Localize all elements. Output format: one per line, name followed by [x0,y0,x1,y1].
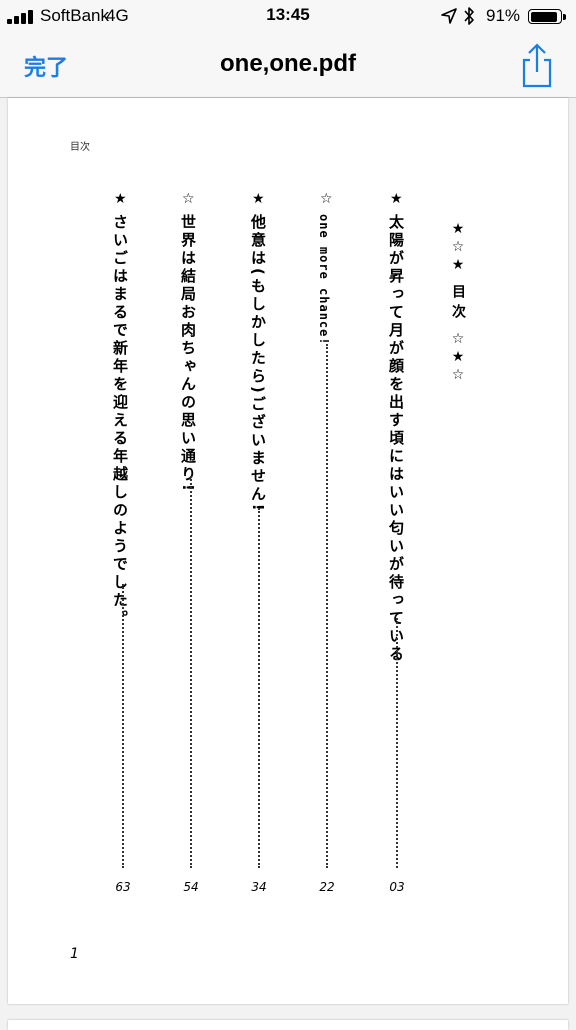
star-icon: ★ [252,191,265,207]
star-outline-icon: ☆ [320,191,333,207]
toc-title-block: ★ ☆ ★ 目次 ☆ ★ ☆ [448,222,468,386]
bluetooth-icon [464,7,474,25]
star-icon: ★ [114,191,127,207]
battery-tip [563,14,566,20]
toc-leader-dots [122,584,124,868]
star-icon: ★ [451,349,465,365]
toc-page-number: 34 [251,880,267,894]
star-outline-icon: ☆ [451,239,465,255]
toc-entry-title: 他意は(もしかしたら)ございません! [249,214,267,514]
page-folio: 1 [70,946,79,962]
pdf-page: 目次 ★ ☆ ★ 目次 ☆ ★ ☆ ★ 太陽が昇って月が顔を出す頃にはいい匂いが… [8,98,568,1004]
star-icon: ★ [451,221,465,237]
toc-entry-title: 太陽が昇って月が顔を出す頃にはいい匂いが待っている [387,214,405,664]
star-icon: ★ [451,257,465,273]
star-outline-icon: ☆ [451,331,465,347]
toc-title: 目次 [450,284,466,324]
pdf-viewer[interactable]: 目次 ★ ☆ ★ 目次 ☆ ★ ☆ ★ 太陽が昇って月が顔を出す頃にはいい匂いが… [0,98,576,1030]
battery-percentage: 91% [486,6,521,25]
toc-page-number: 03 [389,880,405,894]
battery-icon [528,9,562,24]
page-heading: 目次 [70,142,90,153]
next-pdf-page-edge [8,1020,568,1030]
toc-page-number: 54 [183,880,199,894]
toc-page-number: 63 [115,880,131,894]
toc-page-number: 22 [319,880,335,894]
toc-entry-title: 世界は結局お肉ちゃんの思い通り! [179,214,197,494]
document-title: one,one.pdf [220,50,356,77]
location-arrow-icon [441,8,457,24]
star-icon: ★ [390,191,403,207]
toc-leader-dots [258,508,260,868]
toc-entry-title: さいごはまるで新年を迎える年越しのようでした。 [111,214,129,628]
toc-leader-dots [326,344,328,868]
toc-leader-dots [190,476,192,868]
navigation-bar: 完了 one,one.pdf [0,32,576,98]
toc-leader-dots [396,618,398,868]
status-bar: SoftBank 4G 13:45 91% [0,0,576,32]
toc-entry-title: one more chance! [317,214,331,346]
share-icon[interactable] [518,42,556,90]
star-outline-icon: ☆ [451,367,465,383]
star-outline-icon: ☆ [182,191,195,207]
